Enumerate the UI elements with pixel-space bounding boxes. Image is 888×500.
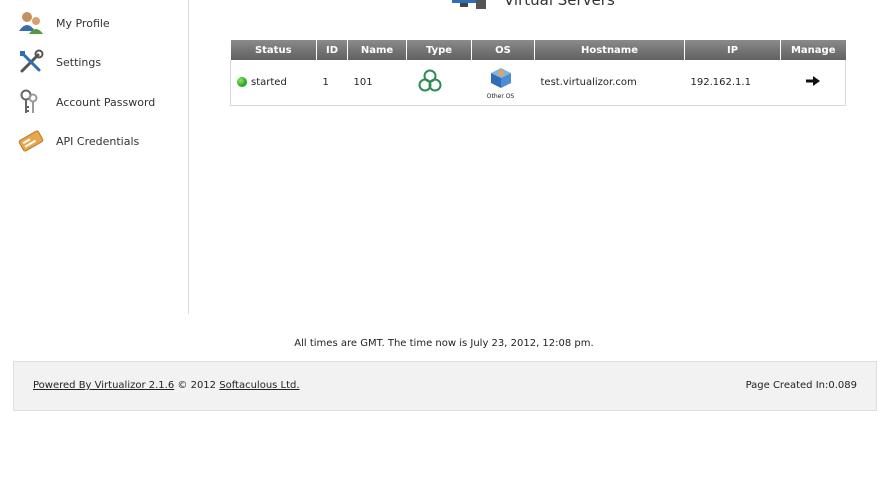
table-header-row: Status ID Name Type OS Hostname IP Manag… <box>230 40 846 60</box>
table-row: started 1 101 Other OS test.virtualizor.… <box>230 60 846 106</box>
os-cell: Other OS <box>471 60 535 106</box>
sidebar-item-api-credentials[interactable]: API Credentials <box>18 128 139 154</box>
sidebar-item-label: Account Password <box>56 95 156 109</box>
column-header-name: Name <box>347 40 407 60</box>
virtual-servers-table: Status ID Name Type OS Hostname IP Manag… <box>230 40 846 106</box>
sidebar-item-settings[interactable]: Settings <box>18 49 101 75</box>
manage-cell <box>780 60 846 106</box>
page-title-text: Virtual Servers <box>504 0 615 9</box>
id-cell: 1 <box>316 60 348 106</box>
column-header-id: ID <box>316 40 348 60</box>
column-header-manage: Manage <box>780 40 846 60</box>
time-note: All times are GMT. The time now is July … <box>294 338 594 349</box>
footer-credits: Powered By Virtualizor 2.1.6 © 2012 Soft… <box>33 380 300 391</box>
status-text: started <box>251 76 287 88</box>
hostname-cell: test.virtualizor.com <box>534 60 685 106</box>
copyright-text: © 2012 <box>177 380 217 391</box>
server-monitor-icon <box>450 0 490 14</box>
sidebar-item-my-profile[interactable]: My Profile <box>18 10 110 36</box>
sidebar-item-label: Settings <box>56 55 102 69</box>
column-header-ip: IP <box>684 40 781 60</box>
sidebar: My Profile Settings Account Password API… <box>0 0 189 314</box>
credentials-icon <box>18 128 46 154</box>
column-header-hostname: Hostname <box>534 40 685 60</box>
name-cell: 101 <box>347 60 407 106</box>
ip-cell: 192.162.1.1 <box>684 60 781 106</box>
powered-by-link[interactable]: Powered By Virtualizor 2.1.6 <box>33 380 174 391</box>
column-header-type: Type <box>406 40 472 60</box>
type-cell <box>406 60 472 106</box>
openvz-icon <box>417 68 443 97</box>
column-header-status: Status <box>230 40 317 60</box>
page-created-text: Page Created In:0.089 <box>745 380 857 391</box>
status-cell: started <box>230 60 317 106</box>
sidebar-item-account-password[interactable]: Account Password <box>18 89 155 115</box>
manage-button[interactable] <box>805 75 821 90</box>
column-header-os: OS <box>471 40 535 60</box>
sidebar-item-label: My Profile <box>56 16 110 30</box>
page-title: Virtual Servers <box>450 0 615 12</box>
company-link[interactable]: Softaculous Ltd. <box>219 380 299 391</box>
sidebar-item-label: API Credentials <box>56 134 140 148</box>
other-os-icon <box>488 65 514 92</box>
status-indicator-icon <box>237 77 247 88</box>
os-label: Other OS <box>486 93 515 100</box>
footer: Powered By Virtualizor 2.1.6 © 2012 Soft… <box>13 361 877 411</box>
users-icon <box>18 10 46 36</box>
keys-icon <box>18 89 46 115</box>
arrow-right-icon <box>805 76 821 90</box>
tools-icon <box>18 49 46 75</box>
